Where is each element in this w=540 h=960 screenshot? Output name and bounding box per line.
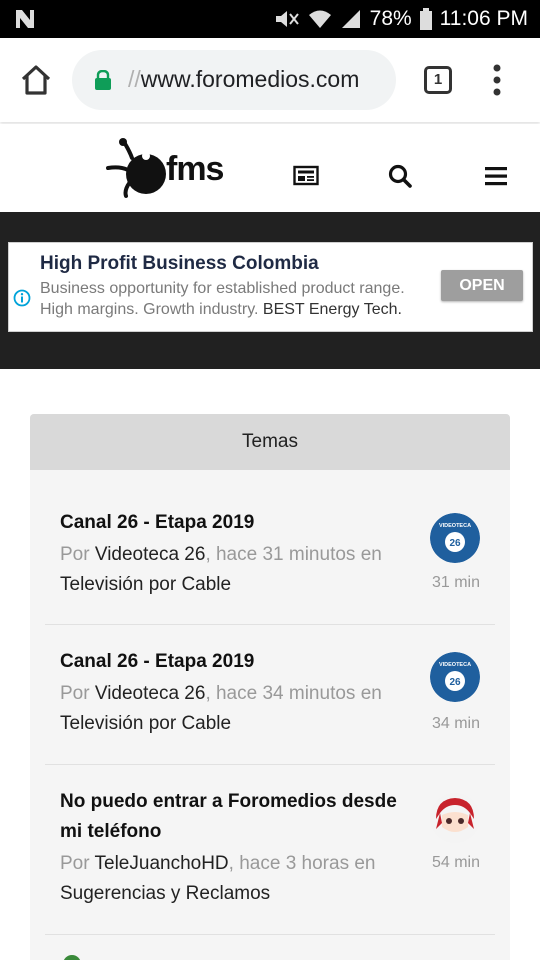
url-prefix: // <box>128 66 141 92</box>
topic-item[interactable]: Canal 26 - Etapa 2019 Por Videoteca 26, … <box>45 625 495 765</box>
battery-percent: 78% <box>369 7 412 30</box>
topic-time: 31 min <box>431 574 480 591</box>
battery-icon <box>419 8 432 30</box>
avatar-label: VIDEOTECA <box>439 523 471 529</box>
browser-toolbar: //www.foromedios.com 1 <box>0 38 540 122</box>
clock: 11:06 PM <box>439 7 528 30</box>
topic-title[interactable]: No puedo entrar a Foromedios desde mi te… <box>60 787 400 847</box>
site-logo[interactable]: fms <box>106 138 238 200</box>
tab-switcher-button[interactable]: 1 <box>424 66 452 94</box>
topic-author[interactable]: Videoteca 26 <box>95 544 206 565</box>
url-domain: www.foromedios.com <box>140 66 360 92</box>
by-label: Por <box>60 544 90 565</box>
topic-item[interactable]: Canal 26 - Etapa 2019 Por Videoteca 26, … <box>45 470 495 625</box>
site-header: fms <box>0 124 540 212</box>
topic-meta: Por Videoteca 26, hace 34 minutos en Tele… <box>60 679 410 739</box>
topic-ago: , hace 3 horas en <box>228 853 376 874</box>
url-text: //www.foromedios.com <box>128 66 359 93</box>
avatar[interactable] <box>430 793 480 843</box>
ad-banner-area: High Profit Business Colombia Business o… <box>0 212 540 369</box>
search-icon[interactable] <box>388 164 414 188</box>
by-label: Por <box>60 853 90 874</box>
topic-meta: Por TeleJuanchoHD, hace 3 horas en Sugere… <box>60 849 410 909</box>
topic-item[interactable]: No puedo entrar a Foromedios desde mi te… <box>45 765 495 935</box>
ad-card[interactable]: High Profit Business Colombia Business o… <box>8 242 533 332</box>
ad-description: Business opportunity for established pro… <box>40 278 430 320</box>
topic-forum[interactable]: Sugerencias y Reclamos <box>60 883 270 904</box>
topic-forum[interactable]: Televisión por Cable <box>60 713 231 734</box>
topic-ago: , hace 31 minutos en <box>205 544 382 565</box>
svg-text:26: 26 <box>449 677 461 688</box>
address-bar[interactable]: //www.foromedios.com <box>72 50 396 110</box>
status-bar: 78% 11:06 PM <box>0 0 540 38</box>
topics-panel: Temas Canal 26 - Etapa 2019 Por Videotec… <box>30 414 510 960</box>
avatar-label: VIDEOTECA <box>439 662 471 668</box>
topic-author[interactable]: TeleJuanchoHD <box>95 853 229 874</box>
avatar[interactable]: 26 VIDEOTECA <box>430 513 480 563</box>
home-icon[interactable] <box>18 62 54 98</box>
avatar[interactable]: 26 VIDEOTECA <box>430 652 480 702</box>
ad-brand: BEST Energy Tech. <box>262 301 402 318</box>
signal-icon <box>341 10 360 28</box>
next-avatar-icon <box>63 955 81 960</box>
lock-icon <box>95 70 111 90</box>
wifi-icon <box>308 10 331 28</box>
topic-forum[interactable]: Televisión por Cable <box>60 574 231 595</box>
topic-meta: Por Videoteca 26, hace 31 minutos en Tele… <box>60 540 410 600</box>
topic-title[interactable]: Canal 26 - Etapa 2019 <box>60 647 400 677</box>
logo-text: fms <box>166 150 224 188</box>
topic-time: 34 min <box>431 715 480 732</box>
svg-text:26: 26 <box>449 538 461 549</box>
notification-icon <box>16 10 34 28</box>
ad-title[interactable]: High Profit Business Colombia <box>40 253 319 275</box>
mute-icon <box>275 11 299 27</box>
topic-title[interactable]: Canal 26 - Etapa 2019 <box>60 508 400 538</box>
topic-author[interactable]: Videoteca 26 <box>95 683 206 704</box>
hamburger-menu-icon[interactable] <box>483 164 509 188</box>
topic-ago: , hace 34 minutos en <box>205 683 382 704</box>
info-icon[interactable] <box>13 289 31 307</box>
logo-mark-icon <box>106 138 166 198</box>
panel-heading: Temas <box>30 414 510 470</box>
ad-open-button[interactable]: OPEN <box>441 270 523 301</box>
by-label: Por <box>60 683 90 704</box>
overflow-menu-icon[interactable] <box>492 64 502 96</box>
topic-time: 54 min <box>431 854 480 871</box>
newspaper-icon[interactable] <box>293 164 319 188</box>
